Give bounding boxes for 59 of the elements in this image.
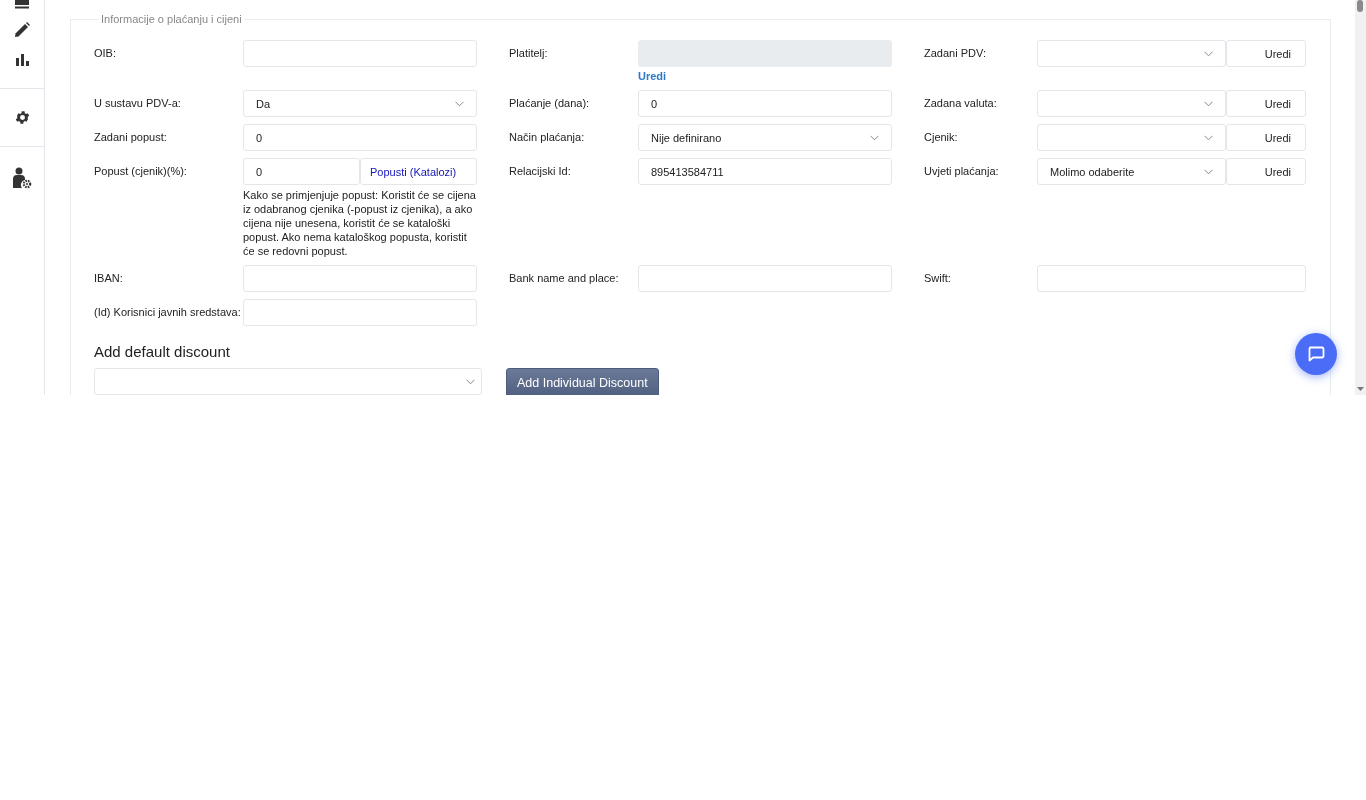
input-field[interactable]: 895413584711 [638, 158, 892, 185]
chevron-icon [455, 100, 464, 107]
input-field[interactable] [243, 299, 477, 326]
field-label: Zadana valuta: [924, 96, 998, 111]
input-field[interactable] [243, 265, 477, 292]
field-label: Zadani popust: [94, 130, 168, 145]
settings-icon[interactable] [13, 109, 31, 126]
field-label: Način plaćanja: [509, 130, 586, 145]
edit-link[interactable]: Uredi [638, 69, 667, 83]
field-label: Platitelj: [509, 46, 549, 61]
field-label: Bank name and place: [509, 271, 620, 286]
dropdown[interactable]: Molimo odaberite [1037, 158, 1226, 185]
input-field[interactable] [638, 265, 892, 292]
field-label: Uvjeti plaćanja: [924, 164, 1000, 179]
edit-button[interactable]: Uredi [1226, 158, 1306, 185]
add-discount-button[interactable]: Add Individual Discount [506, 368, 659, 395]
dropdown[interactable] [94, 368, 482, 395]
user-settings-icon[interactable] [12, 167, 32, 189]
dropdown[interactable] [1037, 124, 1226, 151]
chevron-icon [1204, 168, 1213, 175]
field-label: Popust (cjenik)(%): [94, 164, 188, 179]
edit-button[interactable]: Uredi [1226, 124, 1306, 151]
field-label: Cjenik: [924, 130, 959, 145]
input-field[interactable]: 0 [243, 158, 360, 185]
input-field[interactable] [243, 40, 477, 67]
scrollbar[interactable] [1355, 0, 1366, 395]
chat-bubble-icon [1307, 345, 1325, 363]
scrollbar-thumb[interactable] [1357, 0, 1363, 12]
section-legend: Informacije o plaćanju i cijeni [99, 13, 244, 25]
scroll-down-arrow-icon[interactable] [1357, 387, 1364, 391]
input-field[interactable]: 0 [638, 90, 892, 117]
field-label: Plaćanje (dana): [509, 96, 591, 111]
field-label: IBAN: [94, 271, 124, 286]
edit-button[interactable]: Uredi [1226, 90, 1306, 117]
field-label: (Id) Korisnici javnih sredstava: [94, 305, 242, 320]
chevron-icon [1204, 134, 1213, 141]
dropdown[interactable]: Da [243, 90, 477, 117]
dropdown[interactable]: Nije definirano [638, 124, 892, 151]
chevron-icon [466, 378, 475, 385]
field-label: U sustavu PDV-a: [94, 96, 182, 111]
input-field[interactable] [1037, 265, 1306, 292]
dropdown[interactable] [1037, 90, 1226, 117]
dropdown[interactable] [1037, 40, 1226, 67]
field-label: Swift: [924, 271, 952, 286]
chat-button[interactable] [1295, 333, 1337, 375]
edit-button[interactable]: Uredi [1226, 40, 1306, 67]
field-label: Zadani PDV: [924, 46, 987, 61]
chevron-icon [1204, 50, 1213, 57]
field-label: Relacijski Id: [509, 164, 572, 179]
field-label: OIB: [94, 46, 117, 61]
input-field[interactable]: 0 [243, 124, 477, 151]
pencil-icon[interactable] [14, 22, 30, 38]
section-heading: Add default discount [94, 343, 231, 360]
chevron-icon [870, 134, 879, 141]
chevron-icon [1204, 100, 1213, 107]
bar-chart-icon[interactable] [15, 54, 29, 66]
discounts-button[interactable]: Popusti (Katalozi) [360, 158, 477, 185]
stack-icon[interactable] [14, 0, 30, 9]
help-text: Kako se primjenjuje popust: Koristit će se cijena iz odabranog cjenika (-popust iz cjenika), a ako cijena nije unesena, koristit će se kataloški popust. Ako nema kataloškog popusta, koristit će se redovni popust. [243, 188, 477, 258]
